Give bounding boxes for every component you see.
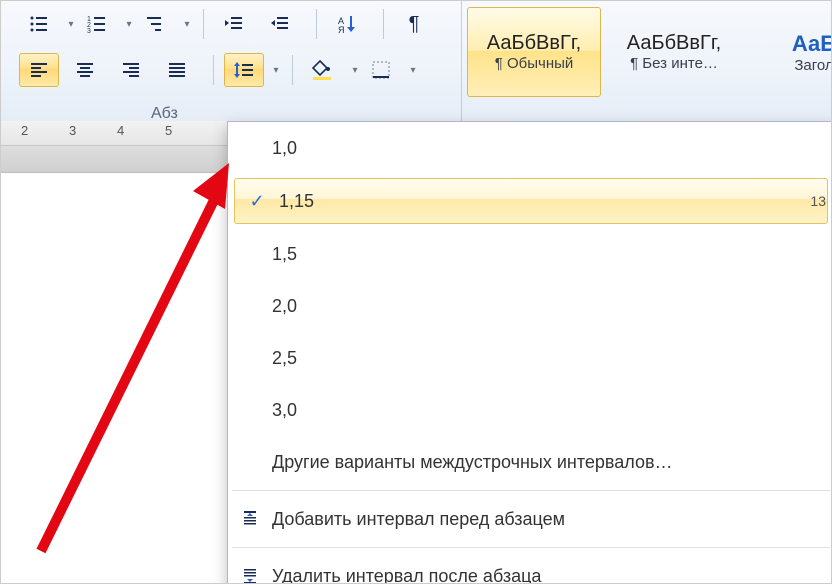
align-right-button[interactable] [111,53,151,87]
shading-icon [312,60,334,80]
menu-label: Другие варианты междустрочных интервалов… [272,452,832,473]
numbered-list-button[interactable]: 123 [77,7,117,41]
menu-item[interactable]: 2,0 [228,280,832,332]
pilcrow-icon: ¶ [409,14,420,34]
menu-item[interactable]: 2,5 [228,332,832,384]
menu-item-add-before[interactable]: Добавить интервал перед абзацем [228,493,832,545]
align-right-icon [121,60,141,80]
add-space-before-icon [228,510,272,528]
multilevel-list-icon [145,14,165,34]
menu-label: 1,0 [272,138,832,159]
separator [316,9,317,39]
style-sample: АаБ [792,31,832,57]
justify-button[interactable] [157,53,197,87]
borders-button[interactable] [361,53,401,87]
line-spacing-button[interactable] [224,53,264,87]
group-divider [461,1,462,121]
separator [383,9,384,39]
style-name: ¶ Без инте… [630,55,718,72]
ribbon: ▾ 123 ▾ ▾ АЯ ¶ [1,1,831,122]
align-center-button[interactable] [65,53,105,87]
check-icon: ✓ [235,191,279,212]
borders-icon [371,60,391,80]
ruler-number: 3 [69,123,76,138]
dropdown-icon[interactable]: ▾ [181,8,193,40]
menu-label: Удалить интервал после абзаца [272,566,832,584]
style-name: ¶ Обычный [495,55,574,72]
shading-button[interactable] [303,53,343,87]
dropdown-icon[interactable]: ▾ [65,8,77,40]
separator [203,9,204,39]
style-name: Загол [794,57,832,74]
menu-item[interactable]: 1,5 [228,228,832,280]
menu-item[interactable]: 1,0 [228,122,832,174]
ruler-number: 5 [165,123,172,138]
dropdown-icon[interactable]: ▾ [270,54,282,86]
align-left-button[interactable] [19,53,59,87]
style-card-no-spacing[interactable]: АаБбВвГг, ¶ Без инте… [607,7,741,97]
menu-label: 2,0 [272,296,832,317]
styles-gallery: АаБбВвГг, ¶ Обычный АаБбВвГг, ¶ Без инте… [467,7,832,97]
remove-space-after-icon [228,567,272,584]
dropdown-icon[interactable]: ▾ [407,54,419,86]
multilevel-list-button[interactable] [135,7,175,41]
ruler-number: 2 [21,123,28,138]
align-center-icon [75,60,95,80]
decrease-indent-button[interactable] [214,7,254,41]
justify-icon [167,60,187,80]
increase-indent-button[interactable] [260,7,300,41]
menu-label: 3,0 [272,400,832,421]
bullet-list-button[interactable] [19,7,59,41]
line-spacing-menu: 1,0 ✓ 1,15 13 1,5 2,0 2,5 3,0 Другие вар… [227,121,832,584]
style-sample: АаБбВвГг, [487,32,581,55]
menu-item-more[interactable]: Другие варианты междустрочных интервалов… [228,436,832,488]
bullet-list-icon [29,14,49,34]
svg-text:Я: Я [338,25,345,34]
svg-text:3: 3 [87,28,91,34]
menu-label: 2,5 [272,348,832,369]
show-pilcrow-button[interactable]: ¶ [394,7,434,41]
dropdown-icon[interactable]: ▾ [123,8,135,40]
ruler-number: 4 [117,123,124,138]
style-card-heading[interactable]: АаБ Загол [747,7,832,97]
ruler-number-right: 13 [810,193,826,209]
menu-label: 1,5 [272,244,832,265]
menu-label: 1,15 [279,191,827,212]
menu-divider [232,490,830,491]
separator [213,55,214,85]
style-card-normal[interactable]: АаБбВвГг, ¶ Обычный [467,7,601,97]
increase-indent-icon [270,14,290,34]
annotation-arrow [21,131,251,561]
align-left-icon [29,60,49,80]
decrease-indent-icon [224,14,244,34]
style-sample: АаБбВвГг, [627,32,721,55]
separator [292,55,293,85]
menu-item[interactable]: 3,0 [228,384,832,436]
menu-item-selected[interactable]: ✓ 1,15 13 [234,178,828,224]
dropdown-icon[interactable]: ▾ [349,54,361,86]
menu-item-remove-after[interactable]: Удалить интервал после абзаца [228,550,832,584]
sort-button[interactable]: АЯ [327,7,367,41]
line-spacing-icon [233,60,255,80]
numbered-list-icon: 123 [87,14,107,34]
menu-divider [232,547,830,548]
sort-icon: АЯ [337,14,357,34]
menu-label: Добавить интервал перед абзацем [272,509,832,530]
